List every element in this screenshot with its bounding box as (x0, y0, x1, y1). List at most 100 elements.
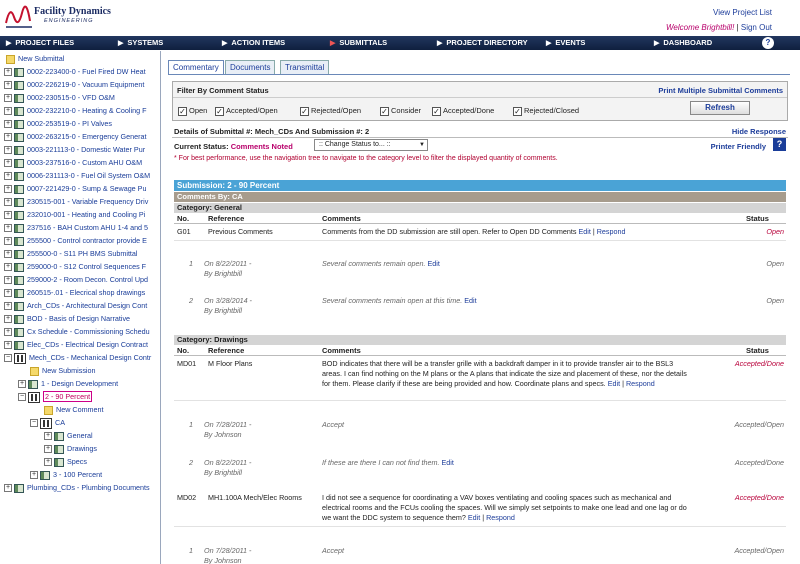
expand-icon[interactable]: + (4, 159, 12, 168)
edit-link[interactable]: Edit (468, 513, 480, 522)
respond-link[interactable]: Respond (597, 227, 626, 236)
checkbox-checked-icon[interactable]: ✓ (380, 106, 389, 116)
help-icon[interactable]: ? (762, 37, 774, 49)
expand-icon[interactable]: + (4, 211, 12, 220)
collapse-icon[interactable]: − (18, 393, 26, 402)
tree-submission-2[interactable]: − 2 - 90 Percent (18, 391, 93, 403)
expand-icon[interactable]: + (4, 237, 12, 246)
expand-icon[interactable]: + (4, 185, 12, 194)
nav-project-directory[interactable]: ▶ PROJECT DIRECTORY (437, 38, 528, 47)
filter-rejected-open[interactable]: ✓ Rejected/Open (300, 106, 361, 116)
expand-icon[interactable]: + (44, 432, 52, 441)
filter-accepted-open[interactable]: ✓ Accepted/Open (215, 106, 278, 116)
change-status-select[interactable]: :: Change Status to... :: ▼ (314, 139, 428, 151)
filter-accepted-done[interactable]: ✓ Accepted/Done (432, 106, 494, 116)
help-icon[interactable]: ? (773, 138, 786, 151)
expand-icon[interactable]: + (4, 68, 12, 77)
checkbox-checked-icon[interactable]: ✓ (215, 106, 224, 116)
checkbox-checked-icon[interactable]: ✓ (178, 106, 187, 116)
nav-systems[interactable]: ▶ SYSTEMS (118, 38, 163, 47)
tree-ca[interactable]: − CA (30, 417, 65, 429)
expand-icon[interactable]: + (4, 328, 12, 337)
nav-project-files[interactable]: ▶ PROJECT FILES (6, 38, 74, 47)
expand-icon[interactable]: + (44, 458, 52, 467)
tree-item[interactable]: +232010-001 - Heating and Cooling Pi (4, 209, 145, 221)
hide-response-link[interactable]: Hide Response (732, 127, 786, 136)
checkbox-checked-icon[interactable]: ✓ (300, 106, 309, 116)
printer-friendly-link[interactable]: Printer Friendly (711, 142, 766, 151)
expand-icon[interactable]: + (4, 133, 12, 142)
tree-new-submittal[interactable]: New Submittal (6, 53, 64, 65)
tree-item[interactable]: +0006-231113-0 - Fuel Oil System O&M (4, 170, 150, 182)
tab-commentary[interactable]: Commentary (168, 60, 224, 74)
refresh-button[interactable]: Refresh (690, 101, 750, 115)
tab-transmittal[interactable]: Transmittal (280, 60, 330, 74)
edit-link[interactable]: Edit (464, 296, 476, 305)
tree-item[interactable]: +0007-221429-0 - Sump & Sewage Pu (4, 183, 146, 195)
expand-icon[interactable]: + (4, 263, 12, 272)
tree-item[interactable]: + Elec_CDs - Electrical Design Contract (4, 339, 148, 351)
tree-submission-1[interactable]: +1 - Design Development (18, 378, 118, 390)
expand-icon[interactable]: + (18, 380, 26, 389)
tree-item[interactable]: +0002-223400-0 - Fuel Fired DW Heat (4, 66, 146, 78)
tree-item[interactable]: +0003-237516-0 - Custom AHU O&M (4, 157, 142, 169)
tree-item[interactable]: +0003-221113-0 - Domestic Water Pur (4, 144, 145, 156)
expand-icon[interactable]: + (4, 198, 12, 207)
checkbox-checked-icon[interactable]: ✓ (432, 106, 441, 116)
expand-icon[interactable]: + (4, 315, 12, 324)
filter-consider[interactable]: ✓ Consider (380, 106, 421, 116)
tree-item[interactable]: + Arch_CDs - Architectural Design Cont (4, 300, 147, 312)
print-multiple-link[interactable]: Print Multiple Submittal Comments (658, 86, 783, 95)
filter-rejected-closed[interactable]: ✓ Rejected/Closed (513, 106, 579, 116)
tree-item[interactable]: +230515-001 - Variable Frequency Driv (4, 196, 148, 208)
filter-open[interactable]: ✓ Open (178, 106, 207, 116)
tree-item[interactable]: +255500 - Control contractor provide E (4, 235, 147, 247)
expand-icon[interactable]: + (4, 289, 12, 298)
tree-item[interactable]: +0002-232210-0 - Heating & Cooling F (4, 105, 146, 117)
tree-item[interactable]: + BOD - Basis of Design Narrative (4, 313, 130, 325)
view-project-list-link[interactable]: View Project List (713, 8, 772, 17)
tree-item[interactable]: +260515-.01 - Elecrical shop drawings (4, 287, 145, 299)
tree-item[interactable]: +255500-0 - S11 PH BMS Submittal (4, 248, 138, 260)
expand-icon[interactable]: + (4, 94, 12, 103)
tree-item[interactable]: +0002-253519-0 - PI Valves (4, 118, 112, 130)
tree-item[interactable]: +237516 - BAH Custom AHU 1-4 and 5 (4, 222, 148, 234)
tree-specs[interactable]: + Specs (44, 456, 87, 468)
tree-new-comment[interactable]: New Comment (44, 404, 104, 416)
expand-icon[interactable]: + (44, 445, 52, 454)
tree-item[interactable]: +259000-0 - S12 Control Sequences F (4, 261, 146, 273)
nav-submittals[interactable]: ▶ SUBMITTALS (330, 38, 387, 47)
collapse-icon[interactable]: − (30, 419, 38, 428)
expand-icon[interactable]: + (4, 302, 12, 311)
checkbox-checked-icon[interactable]: ✓ (513, 106, 522, 116)
edit-link[interactable]: Edit (427, 259, 439, 268)
expand-icon[interactable]: + (4, 250, 12, 259)
expand-icon[interactable]: + (4, 484, 12, 493)
expand-icon[interactable]: + (4, 107, 12, 116)
expand-icon[interactable]: + (30, 471, 38, 480)
expand-icon[interactable]: + (4, 120, 12, 129)
tree-item[interactable]: + Cx Schedule - Commissioning Schedu (4, 326, 150, 338)
expand-icon[interactable]: + (4, 172, 12, 181)
tree-item-plumbing[interactable]: + Plumbing_CDs - Plumbing Documents (4, 482, 150, 494)
respond-link[interactable]: Respond (486, 513, 515, 522)
tree-item-mech-cds[interactable]: − Mech_CDs - Mechanical Design Contr (4, 352, 151, 364)
edit-link[interactable]: Edit (441, 458, 453, 467)
tree-new-submission[interactable]: New Submission (30, 365, 96, 377)
nav-dashboard[interactable]: ▶ DASHBOARD (654, 38, 712, 47)
tree-submission-3[interactable]: +3 - 100 Percent (30, 469, 102, 481)
expand-icon[interactable]: + (4, 146, 12, 155)
tree-general[interactable]: + General (44, 430, 93, 442)
collapse-icon[interactable]: − (4, 354, 12, 363)
expand-icon[interactable]: + (4, 224, 12, 233)
edit-link[interactable]: Edit (608, 379, 620, 388)
nav-action-items[interactable]: ▶ ACTION ITEMS (222, 38, 285, 47)
respond-link[interactable]: Respond (626, 379, 655, 388)
expand-icon[interactable]: + (4, 276, 12, 285)
edit-link[interactable]: Edit (578, 227, 590, 236)
tab-documents[interactable]: Documents (225, 60, 276, 74)
tree-item[interactable]: +0002-230515-0 - VFD O&M (4, 92, 115, 104)
nav-events[interactable]: ▶ EVENTS (546, 38, 585, 47)
tree-drawings[interactable]: + Drawings (44, 443, 97, 455)
sign-out-link[interactable]: Sign Out (741, 23, 772, 32)
